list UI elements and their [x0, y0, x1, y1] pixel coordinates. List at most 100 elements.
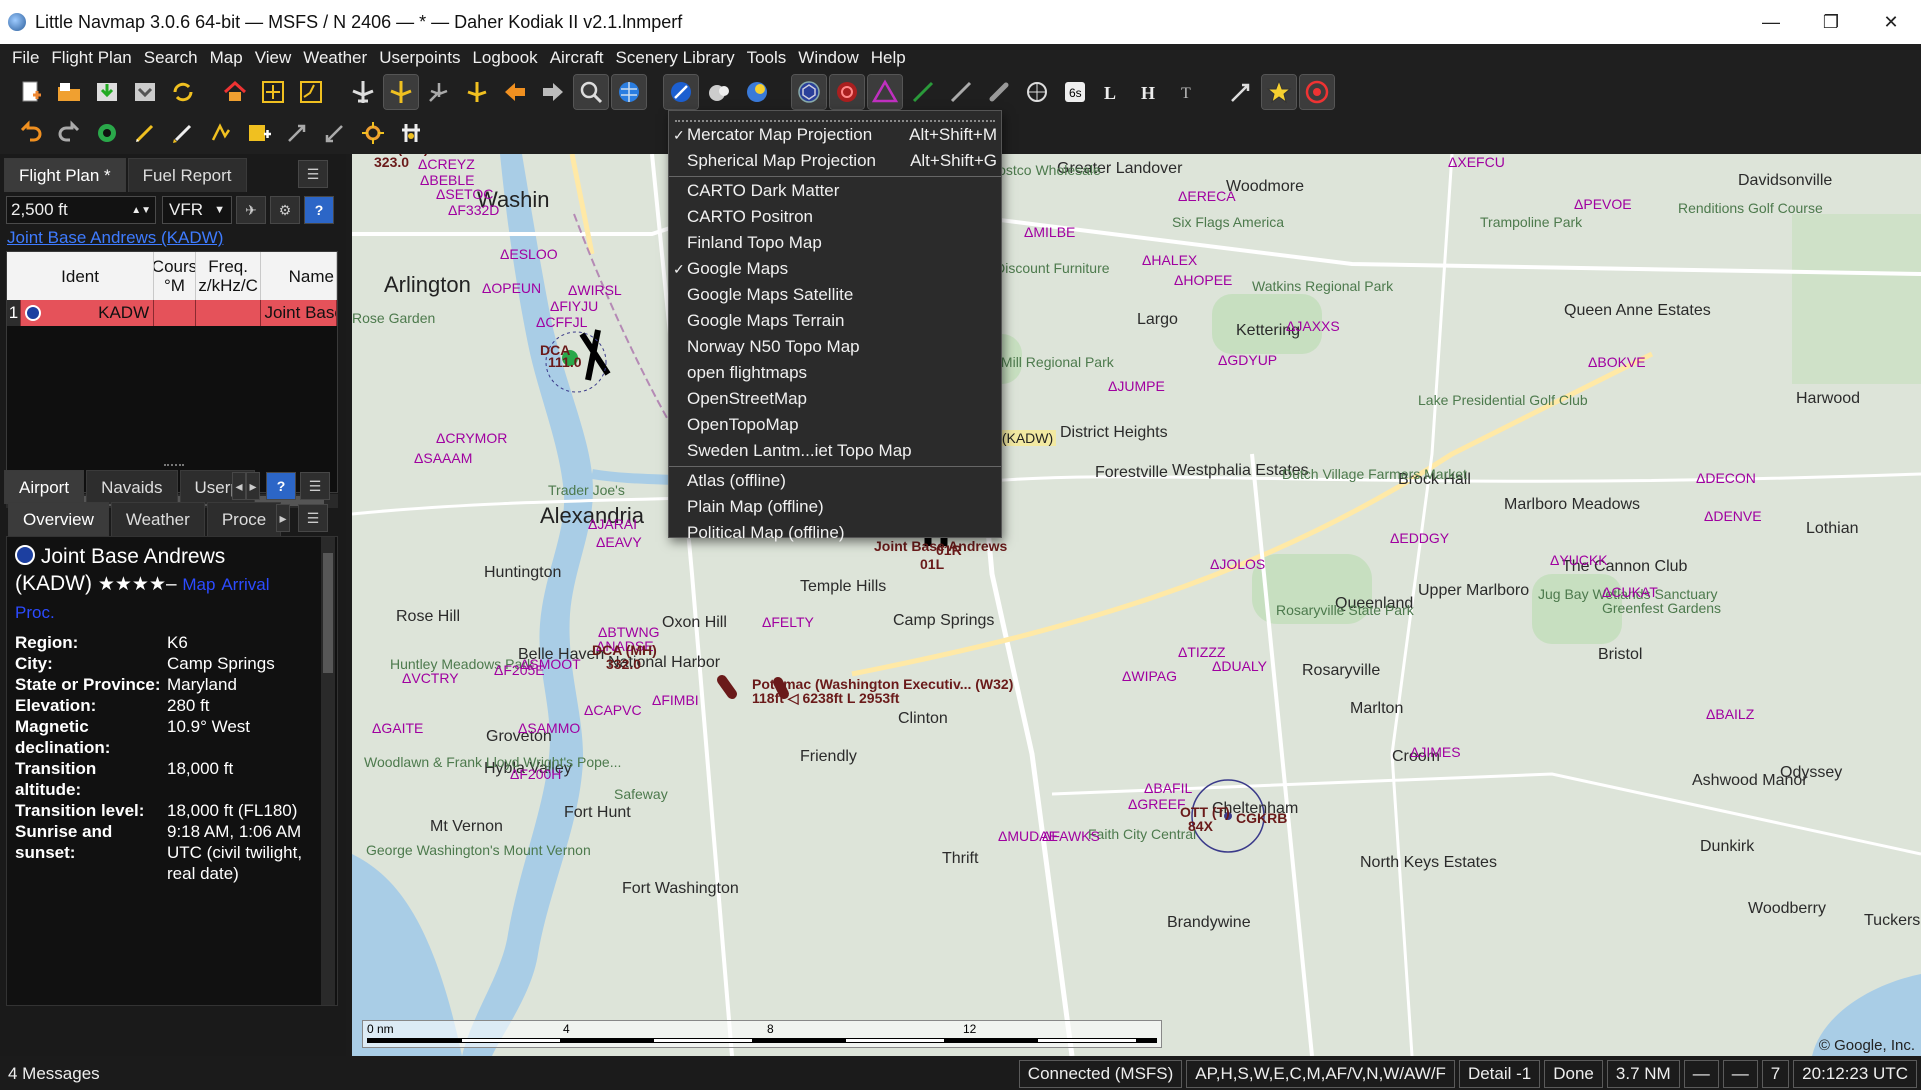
waypoint-label[interactable]: ΔCRYMOR [436, 430, 507, 446]
panel-menu-icon[interactable]: ☰ [298, 160, 328, 188]
label-t-icon[interactable]: T [1172, 75, 1206, 109]
restricted-airspace-icon[interactable] [829, 74, 865, 110]
col-name[interactable]: Name [261, 252, 337, 300]
menu-item-carto-dark-matter[interactable]: CARTO Dark Matter [669, 178, 1001, 204]
user-aircraft-icon[interactable] [460, 75, 494, 109]
waypoint-label[interactable]: ΔEDDGY [1390, 530, 1449, 546]
waypoint-label[interactable]: ΔFIYJU [550, 298, 598, 314]
move-down-icon[interactable] [318, 116, 352, 150]
proc-link[interactable]: Proc. [15, 603, 55, 622]
weather-icon[interactable] [702, 75, 736, 109]
map-link[interactable]: Map [182, 575, 215, 594]
settings-icon[interactable]: ⚙ [270, 196, 300, 224]
waypoint-label[interactable]: ΔCAPVC [584, 702, 642, 718]
menu-item-atlas-offline[interactable]: Atlas (offline) [669, 468, 1001, 494]
arrival-link[interactable]: Arrival [221, 575, 269, 594]
airport-label[interactable]: CGKRB [1236, 810, 1287, 826]
tab-procedures[interactable]: Proce [206, 502, 282, 536]
menu-item-google-maps[interactable]: ✓ Google Maps [669, 256, 1001, 282]
menu-item-carto-positron[interactable]: CARTO Positron [669, 204, 1001, 230]
menu-item-spherical-map-projection[interactable]: Spherical Map Projection Alt+Shift+G [669, 148, 1001, 174]
aircraft-perf-icon[interactable]: ✈ [236, 196, 266, 224]
waypoint-label[interactable]: ΔCUKAT [1602, 584, 1658, 600]
restore-button[interactable]: ❐ [1801, 0, 1861, 44]
save-as-icon[interactable] [128, 75, 162, 109]
waypoint-label[interactable]: ΔHOPEE [1174, 272, 1232, 288]
favorites-icon[interactable] [1261, 74, 1297, 110]
menu-item-political-map-offline[interactable]: Political Map (offline) [669, 520, 1001, 546]
add-userpoint-icon[interactable] [242, 116, 276, 150]
vor-icon[interactable] [867, 74, 903, 110]
edit-leg-icon[interactable] [128, 116, 162, 150]
waypoint-label[interactable]: ΔSAMMO [518, 720, 580, 736]
subtab-scroll-icon[interactable]: ▸ [276, 504, 290, 532]
waypoint-label[interactable]: ΔMILBE [1024, 224, 1075, 240]
flight-rules-select[interactable]: VFR ▼ [162, 196, 232, 224]
add-waypoint-icon[interactable] [204, 116, 238, 150]
waypoint-label[interactable]: ΔXEFCU [1448, 154, 1505, 170]
menu-item-opentopomap[interactable]: OpenTopoMap [669, 412, 1001, 438]
col-ident[interactable]: Ident [7, 252, 155, 300]
menu-item-finland-topo-map[interactable]: Finland Topo Map [669, 230, 1001, 256]
info-menu-icon[interactable]: ☰ [300, 472, 330, 500]
menu-item-google-maps-satellite[interactable]: Google Maps Satellite [669, 282, 1001, 308]
center-icon[interactable] [256, 75, 290, 109]
menu-item-open-flightmaps[interactable]: open flightmaps [669, 360, 1001, 386]
compass-rose-icon[interactable] [1020, 75, 1054, 109]
waypoint-label[interactable]: ΔGREEF [1128, 796, 1186, 812]
menu-flight-plan[interactable]: Flight Plan [45, 48, 137, 68]
waypoint-label[interactable]: ΔWIRSL [568, 282, 622, 298]
route-icon[interactable] [294, 75, 328, 109]
waypoint-label[interactable]: ΔF205E [494, 662, 545, 678]
waypoint-label[interactable]: ΔCREYZ [418, 156, 475, 172]
menu-scenery-library[interactable]: Scenery Library [610, 48, 741, 68]
waypoint-label[interactable]: ΔEAVY [596, 534, 642, 550]
waypoint-label[interactable]: ΔFELTY [762, 614, 814, 630]
undo-icon[interactable] [14, 116, 48, 150]
menu-search[interactable]: Search [138, 48, 204, 68]
forward-icon[interactable] [536, 75, 570, 109]
procedure-icon[interactable] [394, 116, 428, 150]
menu-aircraft[interactable]: Aircraft [544, 48, 610, 68]
waypoint-label[interactable]: ΔJIMES [1410, 744, 1461, 760]
home-icon[interactable] [218, 75, 252, 109]
waypoint-label[interactable]: ΔVCTRY [402, 670, 459, 686]
clock-icon[interactable]: 6s [1058, 75, 1092, 109]
tab-overview[interactable]: Overview [8, 502, 109, 536]
tab-weather[interactable]: Weather [110, 502, 205, 536]
menu-item-mercator-map-projection[interactable]: ✓ Mercator Map Projection Alt+Shift+M [669, 122, 1001, 148]
wind-icon[interactable] [1224, 75, 1258, 109]
map-view[interactable]: Washin Arlington Alexandria Greater Landove… [352, 154, 1921, 1056]
menu-item-google-maps-terrain[interactable]: Google Maps Terrain [669, 308, 1001, 334]
airspace-icon[interactable] [791, 74, 827, 110]
calc-route-icon[interactable] [90, 116, 124, 150]
menu-view[interactable]: View [249, 48, 298, 68]
waypoint-label[interactable]: ΔJAXXS [1286, 318, 1340, 334]
map-projection-icon[interactable] [611, 74, 647, 110]
new-flight-plan-icon[interactable] [14, 75, 48, 109]
waypoint-label[interactable]: ΔTIZZZ [1178, 644, 1225, 660]
edit-route-icon[interactable] [166, 116, 200, 150]
sun-shading-icon[interactable] [740, 75, 774, 109]
airport-label[interactable]: 323.0 [374, 154, 409, 170]
airport-label[interactable]: 84X [1188, 818, 1213, 834]
save-flight-plan-icon[interactable] [90, 75, 124, 109]
move-up-icon[interactable] [280, 116, 314, 150]
aircraft-icon[interactable] [346, 75, 380, 109]
menu-file[interactable]: File [6, 48, 45, 68]
waypoint-label[interactable]: ΔBAFIL [1144, 780, 1192, 796]
waypoint-label[interactable]: ΔJUMPE [1108, 378, 1165, 394]
waypoint-label[interactable]: ΔDENVE [1704, 508, 1762, 524]
menu-userpoints[interactable]: Userpoints [373, 48, 466, 68]
airways-icon[interactable] [663, 74, 699, 110]
airport-label[interactable]: 01L [920, 556, 944, 572]
waypoint-label[interactable]: ΔF332D [448, 202, 499, 218]
waypoint-label[interactable]: ΔBAILZ [1706, 706, 1754, 722]
cruise-altitude-input[interactable]: 2,500 ft ▲▼ [6, 196, 156, 224]
airport-label[interactable]: 332.0 [606, 656, 641, 672]
holding-icon[interactable] [356, 116, 390, 150]
waypoint-label[interactable]: ΔBOKVE [1588, 354, 1646, 370]
menu-logbook[interactable]: Logbook [466, 48, 543, 68]
waypoint-label[interactable]: ΔESLOO [500, 246, 558, 262]
menu-item-openstreetmap[interactable]: OpenStreetMap [669, 386, 1001, 412]
